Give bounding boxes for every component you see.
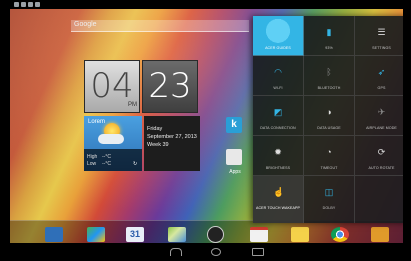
qs-tile-settings[interactable]: ☰ SETTINGS: [355, 16, 403, 56]
bluetooth-icon: ᛒ: [326, 67, 332, 77]
weather-details: High --°C Low --°C ↻: [84, 149, 142, 171]
qs-tile-battery[interactable]: ▮ 93%: [304, 16, 355, 56]
qs-tile-brightness[interactable]: ✹ BRIGHTNESS: [253, 136, 304, 176]
clock-minute: 23: [142, 60, 198, 113]
battery-icon: ▮: [326, 27, 332, 37]
notification-icon: [21, 2, 26, 7]
camera-icon[interactable]: [371, 227, 389, 242]
date-widget[interactable]: Friday September 27, 2013 Week 39: [144, 116, 200, 171]
notification-icon: [28, 2, 33, 7]
recent-apps-icon[interactable]: [252, 248, 264, 256]
settings-sliders-icon: ☰: [377, 27, 386, 37]
weekday: Friday: [147, 126, 163, 132]
low-value: --°C: [102, 161, 111, 167]
home-icon[interactable]: [211, 248, 221, 256]
qs-tile-wifi[interactable]: ◠ WI-FI: [253, 56, 304, 96]
weather-city: Lorem: [88, 119, 106, 125]
qs-tile-bluetooth[interactable]: ᛒ BLUETOOTH: [304, 56, 355, 96]
gmail-icon[interactable]: [250, 227, 268, 242]
status-bar: [10, 0, 403, 9]
full-date: September 27, 2013: [147, 134, 197, 140]
touch-hand-icon: ☝: [273, 187, 285, 197]
data-usage-icon: ◑: [326, 107, 332, 117]
kindle-app-icon[interactable]: k: [226, 117, 242, 133]
calendar-icon[interactable]: 31: [126, 227, 144, 242]
qs-tile-data-connection[interactable]: ◩ DATA CONNECTION: [253, 96, 304, 136]
qs-tile-gps[interactable]: ➶ GPS: [355, 56, 403, 96]
search-label: Google: [74, 21, 97, 28]
low-label: Low: [87, 161, 97, 167]
refresh-icon[interactable]: ↻: [133, 161, 137, 167]
high-value: --°C: [102, 154, 111, 160]
navigation-bar: [10, 243, 403, 261]
dolby-icon: ◫: [324, 187, 334, 197]
qs-tile-airplane-mode[interactable]: ✈ AIRPLANE MODE: [355, 96, 403, 136]
notification-icon: [35, 2, 40, 7]
tablet-screen: Google 04 23 PM Lorem High --°C Low --°C…: [0, 0, 411, 261]
auto-rotate-icon: ⟳: [377, 147, 386, 157]
google-search-bar[interactable]: Google: [71, 20, 249, 32]
qs-tile-acer-guides[interactable]: ACER GUIDES: [253, 16, 304, 56]
brightness-icon: ✹: [274, 147, 282, 157]
gallery-icon[interactable]: [291, 227, 309, 242]
data-connection-icon: ◩: [273, 107, 283, 117]
qs-tile-dolby[interactable]: ◫ DOLBY: [304, 176, 355, 223]
acer-guide-icon: [273, 27, 283, 37]
play-store-icon[interactable]: [87, 227, 105, 242]
high-label: High: [87, 154, 98, 160]
cloud-icon: [98, 134, 124, 144]
apps-folder-label: Apps: [229, 169, 241, 175]
maps-icon[interactable]: [168, 227, 186, 242]
timeout-icon: ◔: [326, 147, 332, 157]
back-icon[interactable]: [170, 248, 182, 256]
qs-tile-auto-rotate[interactable]: ⟳ AUTO ROTATE: [355, 136, 403, 176]
wifi-icon: ◠: [274, 67, 282, 77]
clock-ampm: PM: [128, 102, 137, 108]
airplane-icon: ✈: [377, 107, 386, 117]
quick-settings-panel: ACER GUIDES ▮ 93% ☰ SETTINGS ◠ WI-FI ᛒ B…: [253, 16, 403, 223]
notification-icon: [14, 2, 19, 7]
week-number: Week 39: [147, 142, 169, 148]
qs-tile-data-usage[interactable]: ◑ DATA USAGE: [304, 96, 355, 136]
gps-icon: ➶: [377, 67, 386, 77]
qs-tile-acer-touch-wakeapp[interactable]: ☝ ACER TOUCH WAKEAPP: [253, 176, 304, 223]
weather-widget[interactable]: Lorem High --°C Low --°C ↻: [84, 116, 142, 171]
apps-folder-icon[interactable]: [226, 149, 242, 165]
acer-hub-icon[interactable]: [45, 227, 63, 242]
chrome-icon[interactable]: [331, 227, 349, 242]
qs-tile-timeout[interactable]: ◔ TIMEOUT: [304, 136, 355, 176]
app-drawer-button[interactable]: [207, 226, 224, 243]
